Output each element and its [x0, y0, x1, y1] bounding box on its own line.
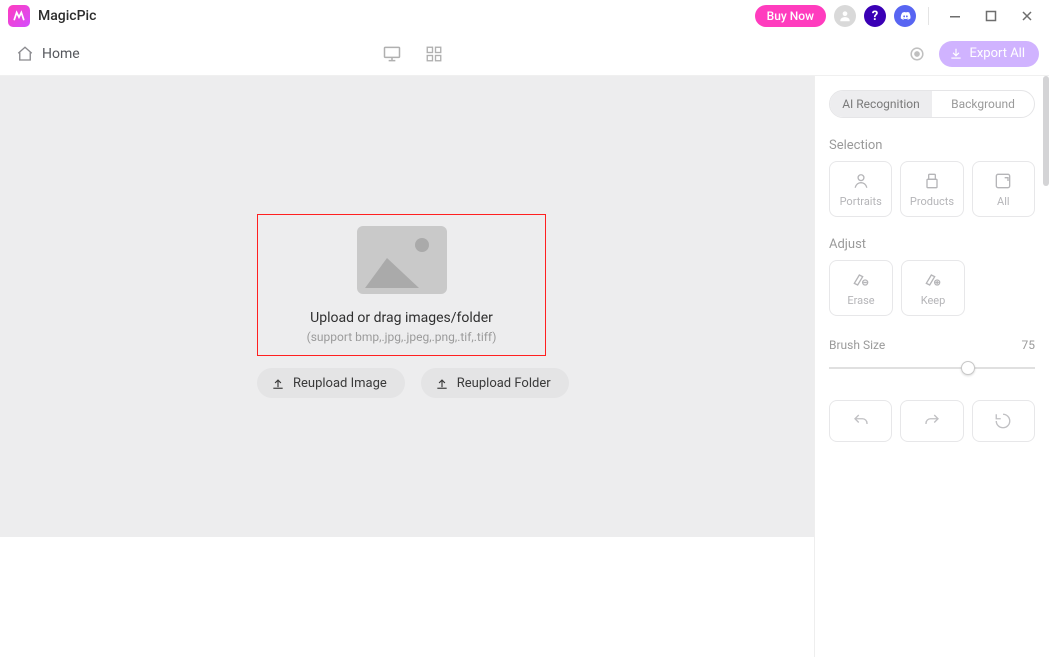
- reupload-image-label: Reupload Image: [293, 376, 387, 391]
- download-icon: [949, 47, 963, 61]
- maximize-button[interactable]: [977, 3, 1005, 29]
- grid-view-icon[interactable]: [422, 42, 446, 66]
- reset-button[interactable]: [972, 400, 1035, 442]
- canvas-area: Upload or drag images/folder (support bm…: [0, 76, 814, 537]
- tab-ai-recognition[interactable]: AI Recognition: [830, 91, 932, 117]
- redo-button[interactable]: [900, 400, 963, 442]
- minimize-button[interactable]: [941, 3, 969, 29]
- selection-portraits-label: Portraits: [840, 195, 882, 208]
- home-icon: [16, 45, 34, 63]
- all-icon: [993, 171, 1013, 191]
- side-panel: AI Recognition Background Selection Port…: [814, 76, 1049, 657]
- upload-dropzone[interactable]: Upload or drag images/folder (support bm…: [257, 214, 546, 356]
- discord-icon[interactable]: [894, 5, 916, 27]
- undo-button[interactable]: [829, 400, 892, 442]
- mode-tabs: AI Recognition Background: [829, 90, 1035, 118]
- reset-icon: [994, 412, 1012, 430]
- selection-portraits[interactable]: Portraits: [829, 161, 892, 217]
- target-icon[interactable]: [905, 42, 929, 66]
- export-all-label: Export All: [969, 46, 1025, 61]
- erase-icon: [851, 270, 871, 290]
- display-view-icon[interactable]: [380, 42, 404, 66]
- brush-size-label: Brush Size: [829, 338, 885, 352]
- reupload-image-button[interactable]: Reupload Image: [257, 368, 405, 398]
- app-name: MagicPic: [38, 8, 96, 24]
- close-button[interactable]: [1013, 3, 1041, 29]
- adjust-label: Adjust: [829, 237, 1035, 252]
- tab-background[interactable]: Background: [932, 91, 1034, 117]
- adjust-erase-label: Erase: [847, 294, 874, 307]
- separator: [928, 7, 929, 25]
- brush-size-value: 75: [1022, 338, 1036, 352]
- selection-label: Selection: [829, 138, 1035, 153]
- help-icon[interactable]: ?: [864, 5, 886, 27]
- toolbar: Home Export All: [0, 32, 1049, 76]
- redo-icon: [923, 412, 941, 430]
- reupload-folder-button[interactable]: Reupload Folder: [421, 368, 569, 398]
- export-all-button[interactable]: Export All: [939, 41, 1039, 67]
- selection-products-label: Products: [910, 195, 954, 208]
- image-placeholder-icon: [357, 226, 447, 294]
- app-logo-icon: [8, 5, 30, 27]
- undo-icon: [852, 412, 870, 430]
- scrollbar[interactable]: [1043, 76, 1049, 186]
- selection-products[interactable]: Products: [900, 161, 963, 217]
- reupload-folder-label: Reupload Folder: [457, 376, 551, 391]
- home-label: Home: [42, 46, 80, 62]
- brush-size-slider[interactable]: [829, 358, 1035, 378]
- home-button[interactable]: Home: [10, 41, 86, 67]
- adjust-keep-label: Keep: [921, 294, 946, 307]
- adjust-keep[interactable]: Keep: [901, 260, 965, 316]
- portrait-icon: [851, 171, 871, 191]
- buy-now-button[interactable]: Buy Now: [755, 5, 826, 27]
- app-brand: MagicPic: [8, 5, 96, 27]
- dropzone-subtitle: (support bmp,.jpg,.jpeg,.png,.tif,.tiff): [307, 330, 497, 344]
- dropzone-title: Upload or drag images/folder: [310, 310, 493, 326]
- title-bar: MagicPic Buy Now ?: [0, 0, 1049, 32]
- selection-all-label: All: [997, 195, 1010, 208]
- selection-all[interactable]: All: [972, 161, 1035, 217]
- account-icon[interactable]: [834, 5, 856, 27]
- adjust-erase[interactable]: Erase: [829, 260, 893, 316]
- upload-icon: [435, 376, 449, 390]
- product-icon: [922, 171, 942, 191]
- upload-icon: [271, 376, 285, 390]
- keep-icon: [923, 270, 943, 290]
